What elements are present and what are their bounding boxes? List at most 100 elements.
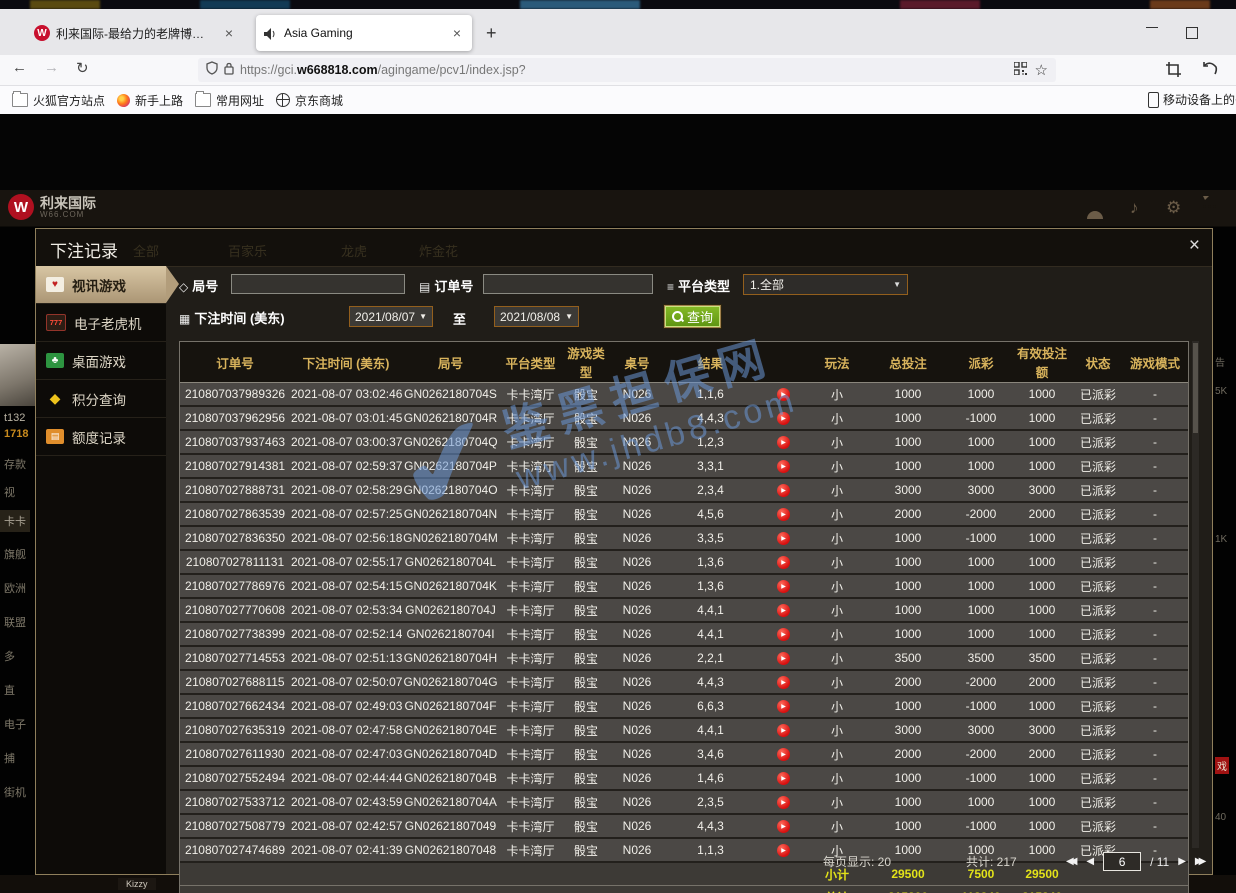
calendar-icon: ▦	[179, 312, 190, 326]
cell: 小	[810, 718, 864, 742]
sidebar-item-slots[interactable]: 777电子老虎机	[36, 304, 166, 342]
status-badge: 已派彩	[1074, 574, 1122, 598]
date-to-value: 2021/08/08	[500, 310, 560, 324]
cell: 卡卡湾厅	[499, 454, 562, 478]
replay-cell: ▶	[757, 598, 810, 622]
cell: 1000	[864, 454, 952, 478]
cell: GN0262180704I	[402, 622, 499, 646]
search-button[interactable]: 查询	[664, 305, 721, 328]
cell: 小	[810, 574, 864, 598]
first-page-icon[interactable]: ◀◀	[1066, 856, 1077, 867]
table-games-icon: ♣	[46, 353, 64, 368]
modal-close-icon[interactable]: ×	[1189, 236, 1200, 255]
cell: 1000	[1010, 622, 1074, 646]
cell: -	[1122, 622, 1188, 646]
reload-button[interactable]: ↻	[76, 59, 89, 77]
table-row: 2108070275087792021-08-07 02:42:57GN0262…	[180, 814, 1188, 838]
bookmark-item[interactable]: 常用网址	[195, 92, 264, 109]
sidebar-item-record[interactable]: ▤额度记录	[36, 418, 166, 456]
speaker-icon	[264, 27, 278, 39]
tab-asia-gaming[interactable]: Asia Gaming ×	[256, 15, 472, 51]
sidebar-item-points[interactable]: ◆积分查询	[36, 380, 166, 418]
cell: 2021-08-07 02:43:59	[290, 790, 402, 814]
bookmark-star-icon[interactable]: ☆	[1035, 61, 1048, 79]
order-number-input[interactable]	[483, 274, 653, 294]
payout-cell: 1000	[952, 550, 1010, 574]
url-host: w668818.com	[297, 63, 378, 77]
replay-play-icon[interactable]: ▶	[777, 388, 790, 401]
payout-cell: 1000	[952, 790, 1010, 814]
replay-play-icon[interactable]: ▶	[777, 628, 790, 641]
mobile-bookmarks-item[interactable]: 移动设备上的书签	[1148, 91, 1236, 108]
settings-gear-icon[interactable]: ⚙	[1166, 198, 1181, 218]
cell: 3000	[864, 718, 952, 742]
url-text[interactable]: https://gci.w668818.com/agingame/pcv1/in…	[240, 63, 1006, 77]
scrollbar-thumb[interactable]	[1193, 343, 1198, 433]
cell: 1000	[1010, 406, 1074, 430]
replay-play-icon[interactable]: ▶	[777, 652, 790, 665]
table-scrollbar[interactable]	[1192, 341, 1199, 848]
replay-play-icon[interactable]: ▶	[777, 724, 790, 737]
date-to-select[interactable]: 2021/08/08 ▼	[494, 306, 579, 327]
replay-play-icon[interactable]: ▶	[777, 412, 790, 425]
screenshot-crop-icon[interactable]	[1166, 62, 1181, 82]
replay-play-icon[interactable]: ▶	[777, 556, 790, 569]
replay-play-icon[interactable]: ▶	[777, 484, 790, 497]
next-page-icon[interactable]: ▶	[1178, 856, 1186, 867]
cell: GN0262180704M	[402, 526, 499, 550]
replay-play-icon[interactable]: ▶	[777, 676, 790, 689]
undo-arrow-icon[interactable]	[1202, 61, 1218, 81]
replay-play-icon[interactable]: ▶	[777, 796, 790, 809]
replay-play-icon[interactable]: ▶	[777, 748, 790, 761]
bookmark-item[interactable]: 火狐官方站点	[12, 92, 105, 109]
platform-type-select[interactable]: 1.全部 ▼	[743, 274, 908, 295]
cell: GN0262180704H	[402, 646, 499, 670]
decor-fragment	[1150, 0, 1210, 9]
url-bar[interactable]: https://gci.w668818.com/agingame/pcv1/in…	[198, 58, 1056, 82]
back-button[interactable]: ←	[12, 59, 27, 76]
tab-close-icon[interactable]: ×	[222, 25, 236, 41]
cell: N026	[610, 694, 664, 718]
sidebar-item-table-games[interactable]: ♣桌面游戏	[36, 342, 166, 380]
qr-code-icon[interactable]	[1014, 62, 1027, 78]
replay-play-icon[interactable]: ▶	[777, 772, 790, 785]
prev-page-icon[interactable]: ◀	[1086, 856, 1094, 867]
replay-play-icon[interactable]: ▶	[777, 532, 790, 545]
tab-close-icon[interactable]: ×	[450, 25, 464, 41]
new-tab-button[interactable]: +	[486, 23, 497, 44]
replay-cell: ▶	[757, 742, 810, 766]
screen: W 利来国际-最给力的老牌博彩网址 × Asia Gaming × + ← → …	[0, 0, 1236, 893]
replay-play-icon[interactable]: ▶	[777, 436, 790, 449]
cell: 210807037989326	[180, 383, 290, 407]
cell: N026	[610, 574, 664, 598]
window-minimize-button[interactable]	[1146, 27, 1158, 28]
cell: N026	[610, 718, 664, 742]
replay-play-icon[interactable]: ▶	[777, 604, 790, 617]
replay-cell: ▶	[757, 814, 810, 838]
shield-icon[interactable]	[206, 61, 218, 80]
replay-cell: ▶	[757, 454, 810, 478]
replay-play-icon[interactable]: ▶	[777, 580, 790, 593]
cell: 骰宝	[562, 718, 610, 742]
replay-play-icon[interactable]: ▶	[777, 460, 790, 473]
cell: 2021-08-07 02:55:17	[290, 550, 402, 574]
music-icon[interactable]: ♪	[1130, 198, 1139, 218]
bookmark-item[interactable]: 京东商城	[276, 92, 343, 109]
page-number-input[interactable]	[1103, 852, 1141, 871]
lock-icon[interactable]	[224, 62, 234, 78]
payout-cell: -1000	[952, 694, 1010, 718]
last-page-icon[interactable]: ▶▶	[1195, 856, 1206, 867]
date-from-select[interactable]: 2021/08/07 ▼	[349, 306, 433, 327]
bookmarks-bar: 火狐官方站点新手上路常用网址京东商城 移动设备上的书签	[0, 86, 1236, 114]
round-number-input[interactable]	[231, 274, 405, 294]
bookmark-item[interactable]: 新手上路	[117, 92, 183, 109]
window-maximize-button[interactable]	[1186, 27, 1198, 39]
replay-play-icon[interactable]: ▶	[777, 508, 790, 521]
replay-play-icon[interactable]: ▶	[777, 700, 790, 713]
forward-button[interactable]: →	[44, 59, 59, 76]
replay-play-icon[interactable]: ▶	[777, 820, 790, 833]
cell: 210807037937463	[180, 430, 290, 454]
tab-casino-site[interactable]: W 利来国际-最给力的老牌博彩网址 ×	[26, 15, 244, 51]
cell: 2021-08-07 03:00:37	[290, 430, 402, 454]
sidebar-item-cards[interactable]: ♥视讯游戏	[36, 266, 166, 304]
